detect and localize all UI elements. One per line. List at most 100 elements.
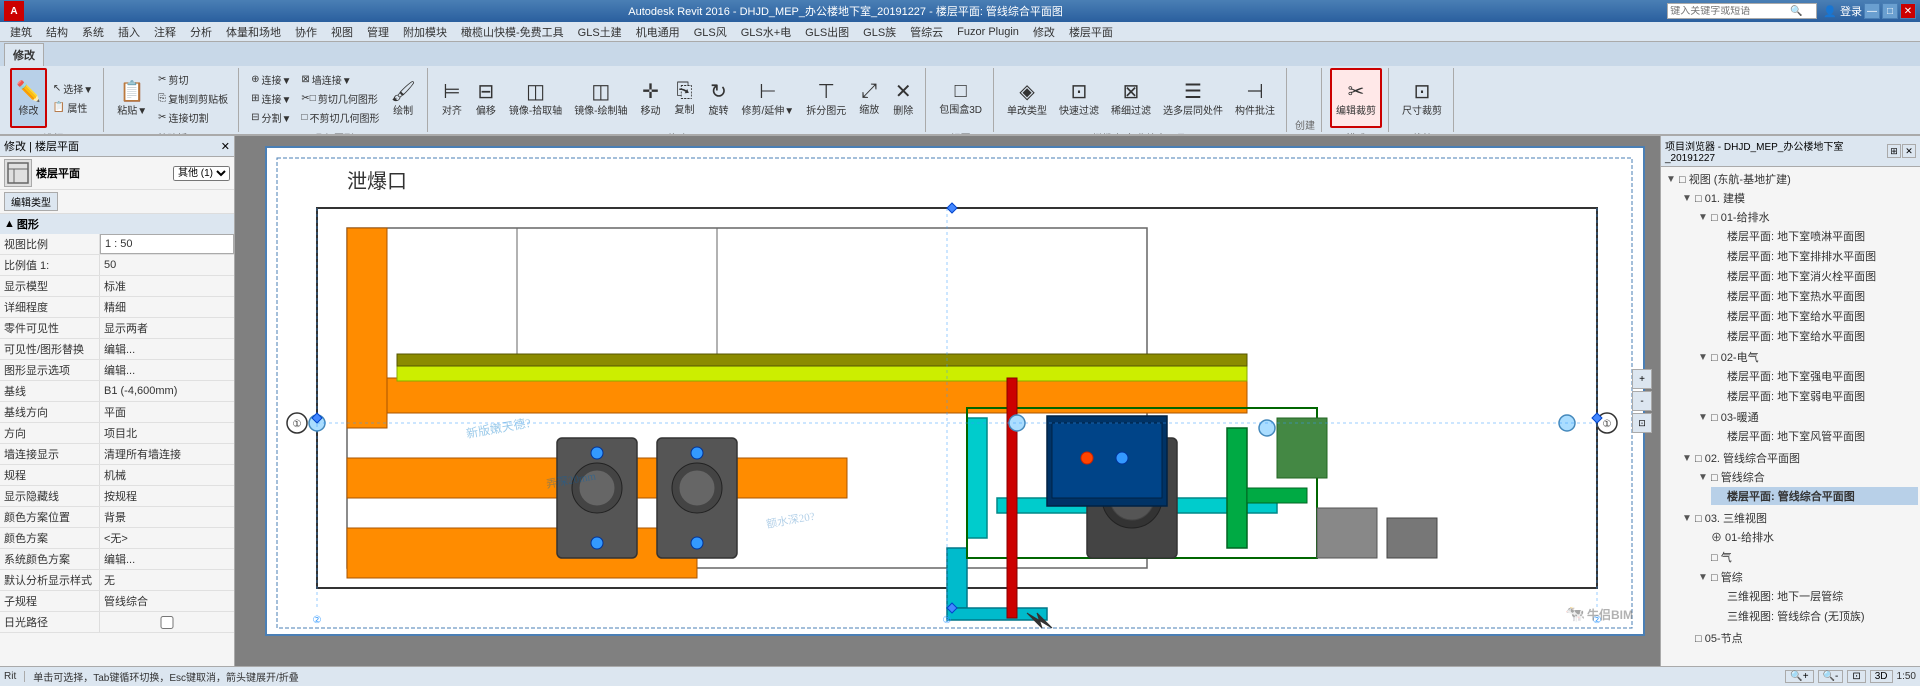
undock-button[interactable]: ⊞ [1887, 144, 1901, 158]
scale-button[interactable]: ⤢ 缩放 [853, 68, 885, 128]
menu-item-GLS水+电[interactable]: GLS水+电 [735, 22, 797, 42]
search-box[interactable]: 🔍 [1667, 3, 1817, 19]
menu-item-管综云[interactable]: 管综云 [904, 22, 949, 42]
tree-node-row-elec[interactable]: ▼□ 02-电气 [1695, 348, 1918, 366]
single-type-button[interactable]: ◈ 单改类型 [1002, 68, 1052, 128]
menu-item-橄榄山快模-免费工具[interactable]: 橄榄山快模-免费工具 [455, 22, 570, 42]
search-icon[interactable]: 🔍 [1788, 6, 1804, 17]
select-button[interactable]: ↖选择▼ [49, 80, 97, 98]
tree-node-row-3d[interactable]: ▼□ 03. 三维视图 [1679, 509, 1918, 527]
narrow-filter-button[interactable]: ⊠ 稀细过滤 [1106, 68, 1156, 128]
cut-geo-button[interactable]: ✂□剪切几何图形 [297, 89, 383, 107]
bbox3d-button[interactable]: □ 包围盒3D [934, 68, 987, 128]
edit-type-button[interactable]: 编辑类型 [4, 192, 58, 211]
menu-item-体量和场地[interactable]: 体量和场地 [220, 22, 287, 42]
zoom-in-button[interactable]: + [1632, 369, 1652, 389]
menu-item-楼层平面[interactable]: 楼层平面 [1063, 22, 1119, 42]
align-button[interactable]: ⊨ 对齐 [436, 68, 468, 128]
connect-button[interactable]: ⊕连接▼ [247, 70, 295, 88]
tree-node-row-arch[interactable]: ▼□ 01. 建模 [1679, 189, 1918, 207]
close-left-panel-button[interactable]: ✕ [221, 140, 230, 153]
close-right-panel-button[interactable]: ✕ [1902, 144, 1916, 158]
rotate-button[interactable]: ↻ 旋转 [703, 68, 735, 128]
menu-item-修改[interactable]: 修改 [1027, 22, 1061, 42]
copy-button[interactable]: ⎘复制到剪贴板 [154, 89, 232, 107]
fast-filter-button[interactable]: ⊡ 快速过滤 [1054, 68, 1104, 128]
menu-item-GLS土建[interactable]: GLS土建 [572, 22, 628, 42]
delete-button[interactable]: ✕ 删除 [887, 68, 919, 128]
menu-item-附加模块[interactable]: 附加模块 [397, 22, 453, 42]
tree-node-row-mep[interactable]: ▼□ 管线综合 [1695, 468, 1918, 486]
split-button[interactable]: ⊤ 拆分图元 [801, 68, 851, 128]
zoom-in-status-button[interactable]: 🔍+ [1785, 670, 1813, 683]
tree-node-row-h1[interactable]: 楼层平面: 地下室风管平面图 [1711, 427, 1918, 445]
prop-value[interactable]: 1 : 50 [100, 234, 234, 254]
menu-item-管理[interactable]: 管理 [361, 22, 395, 42]
tree-node-row-mep_combined[interactable]: ▼□ 02. 管线综合平面图 [1679, 449, 1918, 467]
menu-item-视图[interactable]: 视图 [325, 22, 359, 42]
tree-node-row-m1[interactable]: 楼层平面: 管线综合平面图 [1711, 487, 1918, 505]
struct-attach-button[interactable]: ⊣ 构件批注 [1230, 68, 1280, 128]
menu-item-分析[interactable]: 分析 [184, 22, 218, 42]
tree-node-row-d6[interactable]: 楼层平面: 地下室给水平面图 [1711, 327, 1918, 345]
tree-node-row-p2[interactable]: 三维视图: 管线综合 (无顶族) [1711, 607, 1918, 625]
zoom-out-status-button[interactable]: 🔍- [1818, 670, 1844, 683]
menu-item-结构[interactable]: 结构 [40, 22, 74, 42]
tree-node-row-drain[interactable]: ▼□ 01-给排水 [1695, 208, 1918, 226]
drawing-svg[interactable]: 泄爆口 ① ① [267, 148, 1643, 634]
tree-node-row-hvac[interactable]: ▼□ 03-暖通 [1695, 408, 1918, 426]
multi-layer-button[interactable]: ☰ 选多层同处件 [1158, 68, 1228, 128]
minimize-button[interactable]: — [1864, 3, 1880, 19]
menu-item-FuzorPlugin[interactable]: Fuzor Plugin [951, 24, 1025, 40]
tree-node-row-d5[interactable]: 楼层平面: 地下室给水平面图 [1711, 307, 1918, 325]
mirror-axis-button[interactable]: ◫ 镜像-拾取轴 [504, 68, 567, 128]
search-input[interactable] [1668, 6, 1788, 17]
tree-node-row-views[interactable]: ▼□ 视图 (东航-基地扩建) [1663, 170, 1918, 188]
uncut-geo-button[interactable]: □不剪切几何图形 [297, 108, 383, 126]
close-button[interactable]: ✕ [1900, 3, 1916, 19]
fit-view-button[interactable]: ⊡ [1847, 670, 1865, 683]
prop-checkbox[interactable] [104, 616, 230, 629]
tree-node-row-hvac3d[interactable]: □ 气 [1695, 548, 1918, 566]
tree-node-row-e2[interactable]: 楼层平面: 地下室弱电平面图 [1711, 387, 1918, 405]
wall-join-button[interactable]: ⊠墙连接▼ [297, 70, 383, 88]
menu-item-协作[interactable]: 协作 [289, 22, 323, 42]
offset-button[interactable]: ⊟ 偏移 [470, 68, 502, 128]
move-button[interactable]: ✛ 移动 [635, 68, 667, 128]
modify-button[interactable]: ✏️ 修改 [10, 68, 47, 128]
mirror-draw-button[interactable]: ◫ 镜像-绘制轴 [569, 68, 632, 128]
tree-node-row-d3[interactable]: 楼层平面: 地下室消火栓平面图 [1711, 267, 1918, 285]
menu-item-建筑[interactable]: 建筑 [4, 22, 38, 42]
paste-button[interactable]: 📋 粘贴▼ [112, 68, 152, 128]
menu-item-系统[interactable]: 系统 [76, 22, 110, 42]
maximize-button[interactable]: □ [1882, 3, 1898, 19]
size-cut-button[interactable]: ⊡ 尺寸裁剪 [1397, 68, 1447, 128]
edit-cut-button[interactable]: ✂ 编辑裁剪 [1330, 68, 1382, 128]
join-button[interactable]: ⊞连接▼ [247, 89, 295, 107]
zoom-fit-button[interactable]: ⊡ [1632, 413, 1652, 433]
zoom-out-button[interactable]: - [1632, 391, 1652, 411]
user-icon[interactable]: 👤 登录 [1823, 3, 1862, 19]
tree-node-row-e1[interactable]: 楼层平面: 地下室强电平面图 [1711, 367, 1918, 385]
menu-item-插入[interactable]: 插入 [112, 22, 146, 42]
menu-item-GLS族[interactable]: GLS族 [857, 22, 902, 42]
drawing-canvas[interactable]: 泄爆口 ① ① [265, 146, 1645, 636]
canvas-area[interactable]: + - ⊡ 泄爆口 ① ① [235, 136, 1660, 666]
tree-node-row-pipe3d[interactable]: ▼□ 管综 [1695, 568, 1918, 586]
tree-node-row-drain3d[interactable]: ⊕ 01-给排水 [1695, 528, 1918, 546]
copy2-button[interactable]: ⎘ 复制 [669, 68, 701, 128]
tree-node-row-d2[interactable]: 楼层平面: 地下室排排水平面图 [1711, 247, 1918, 265]
tab-modify[interactable]: 修改 [4, 43, 44, 66]
cut-button[interactable]: ✂剪切 [154, 70, 232, 88]
trim-button[interactable]: ⊢ 修剪/延伸▼ [737, 68, 800, 128]
menu-item-GLS风[interactable]: GLS风 [688, 22, 733, 42]
tree-node-row-d1[interactable]: 楼层平面: 地下室喷淋平面图 [1711, 227, 1918, 245]
separate-button[interactable]: ⊟分割▼ [247, 108, 295, 126]
connect-cut-button[interactable]: ✂连接切割 [154, 108, 232, 126]
paint-button[interactable]: 🖌 绘制 [385, 68, 420, 128]
property-button[interactable]: 📋属性 [49, 99, 97, 117]
3d-view-button[interactable]: 3D [1870, 670, 1893, 683]
tree-node-row-p1[interactable]: 三维视图: 地下一层管综 [1711, 587, 1918, 605]
menu-item-机电通用[interactable]: 机电通用 [630, 22, 686, 42]
menu-item-注释[interactable]: 注释 [148, 22, 182, 42]
